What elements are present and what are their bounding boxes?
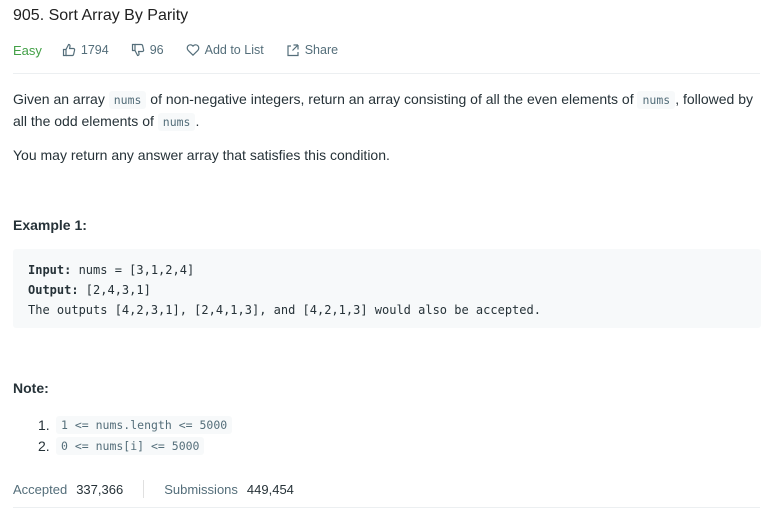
example-input-row: Input: nums = [3,1,2,4] bbox=[28, 260, 746, 280]
difficulty-badge: Easy bbox=[13, 42, 42, 58]
description-text: Given an array bbox=[13, 91, 109, 107]
example-code-block: Input: nums = [3,1,2,4] Output: [2,4,3,1… bbox=[13, 249, 761, 328]
list-item: 1. 1 <= nums.length <= 5000 bbox=[38, 414, 233, 435]
like-button[interactable]: 1794 bbox=[62, 43, 109, 57]
constraint-code: 0 <= nums[i] <= 5000 bbox=[56, 436, 205, 455]
description-text: of non-negative integers, return an arra… bbox=[146, 91, 638, 107]
accepted-label: Accepted bbox=[13, 481, 68, 497]
share-label: Share bbox=[304, 43, 339, 57]
inline-code: nums bbox=[157, 113, 196, 131]
inline-code: nums bbox=[637, 91, 676, 109]
input-value: nums = [3,1,2,4] bbox=[71, 263, 195, 277]
example-output-row: Output: [2,4,3,1] bbox=[28, 280, 746, 300]
output-value: [2,4,3,1] bbox=[78, 283, 151, 297]
share-button[interactable]: Share bbox=[286, 43, 338, 57]
description-paragraph-2: You may return any answer array that sat… bbox=[13, 147, 390, 163]
like-count: 1794 bbox=[80, 43, 109, 57]
add-to-list-button[interactable]: Add to List bbox=[186, 43, 264, 57]
description-paragraph-1: Given an array nums of non-negative inte… bbox=[13, 89, 763, 133]
constraint-code: 1 <= nums.length <= 5000 bbox=[56, 415, 233, 434]
thumbs-up-icon bbox=[62, 43, 76, 57]
share-icon bbox=[287, 44, 299, 57]
dislike-count: 96 bbox=[149, 43, 164, 57]
input-label: Input: bbox=[28, 263, 72, 277]
problem-meta-bar: Easy 1794 96 Add to List Share bbox=[13, 41, 360, 59]
inline-code: nums bbox=[108, 91, 147, 109]
divider bbox=[13, 507, 760, 508]
problem-title: 905. Sort Array By Parity bbox=[13, 7, 189, 24]
description-text: . bbox=[195, 113, 200, 129]
heart-icon bbox=[186, 44, 199, 57]
example-explanation: The outputs [4,2,3,1], [2,4,1,3], and [4… bbox=[28, 303, 541, 317]
divider bbox=[13, 73, 760, 74]
note-list: 1. 1 <= nums.length <= 5000 2. 0 <= nums… bbox=[38, 414, 233, 456]
accepted-value: 337,366 bbox=[76, 481, 124, 497]
list-number: 1. bbox=[38, 416, 50, 433]
stats-divider bbox=[143, 480, 145, 498]
note-heading: Note: bbox=[13, 380, 49, 396]
submissions-value: 449,454 bbox=[246, 481, 294, 497]
submissions-label: Submissions bbox=[164, 481, 238, 497]
submission-stats: Accepted 337,366 Submissions 449,454 bbox=[13, 480, 294, 498]
thumbs-down-icon bbox=[131, 43, 144, 57]
list-item: 2. 0 <= nums[i] <= 5000 bbox=[38, 435, 232, 456]
example-heading: Example 1: bbox=[13, 217, 87, 233]
output-label: Output: bbox=[28, 283, 79, 297]
list-number: 2. bbox=[38, 437, 50, 454]
add-to-list-label: Add to List bbox=[204, 43, 264, 57]
dislike-button[interactable]: 96 bbox=[131, 43, 164, 57]
